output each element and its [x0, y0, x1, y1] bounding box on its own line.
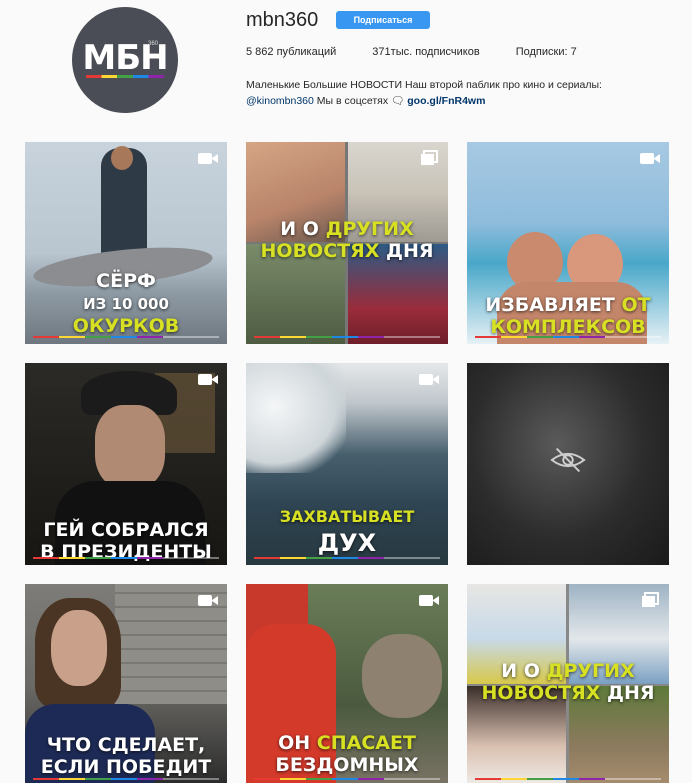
brand-stripe [254, 336, 440, 338]
video-camera-icon [198, 374, 218, 385]
brand-stripe [33, 336, 219, 338]
post-caption: ОН СПАСАЕТ БЕЗДОМНЫХ [275, 732, 419, 776]
post-tile[interactable]: ИЗБАВЛЯЕТ ОТ КОМПЛЕКСОВ [467, 142, 669, 344]
video-camera-icon [419, 374, 439, 385]
post-caption: ЧТО СДЕЛАЕТ, ЕСЛИ ПОБЕДИТ [40, 734, 212, 778]
post-caption: И О ДРУГИХ НОВОСТЯХ ДНЯ [481, 660, 655, 704]
followers-count[interactable]: 371тыс. подписчиков [372, 46, 479, 58]
post-caption: СЁРФ ИЗ 10 000 ОКУРКОВ [72, 270, 180, 337]
post-caption: И О ДРУГИХ НОВОСТЯХ ДНЯ [260, 218, 434, 262]
post-caption: ЗАХВАТЫВАЕТ ДУХ [279, 507, 415, 557]
video-camera-icon [419, 595, 439, 606]
posts-count: 5 862 публикаций [246, 46, 337, 58]
bio-text: Мы в соцсетях 🗨 [313, 95, 408, 107]
following-count[interactable]: Подписки: 7 [516, 46, 577, 58]
brand-stripe [254, 778, 440, 780]
video-camera-icon [198, 153, 218, 164]
profile-bio: Маленькие Большие НОВОСТИ Наш второй паб… [246, 77, 666, 109]
post-tile[interactable]: И О ДРУГИХ НОВОСТЯХ ДНЯ [246, 142, 448, 344]
post-tile[interactable]: ЧТО СДЕЛАЕТ, ЕСЛИ ПОБЕДИТ [25, 584, 227, 783]
profile-username: mbn360 [246, 9, 319, 31]
post-tile[interactable]: СЁРФ ИЗ 10 000 ОКУРКОВ [25, 142, 227, 344]
brand-stripe [475, 336, 661, 338]
post-tile-sensitive[interactable] [467, 363, 669, 565]
bio-line-2: @kinombn360 Мы в соцсетях 🗨 goo.gl/FnR4w… [246, 93, 666, 109]
gallery-icon [642, 592, 659, 607]
profile-stats: 5 862 публикаций 371тыс. подписчиков Под… [246, 46, 613, 58]
gallery-icon [421, 150, 438, 165]
post-tile[interactable]: ГЕЙ СОБРАЛСЯ В ПРЕЗИДЕНТЫ [25, 363, 227, 565]
avatar-logo-small: 360 [147, 41, 158, 47]
video-camera-icon [640, 153, 660, 164]
brand-stripe [475, 778, 661, 780]
post-tile[interactable]: И О ДРУГИХ НОВОСТЯХ ДНЯ [467, 584, 669, 783]
video-camera-icon [198, 595, 218, 606]
post-image [246, 363, 346, 473]
follow-button[interactable]: Подписаться [336, 11, 430, 29]
post-tile[interactable]: ЗАХВАТЫВАЕТ ДУХ [246, 363, 448, 565]
post-tile[interactable]: ОН СПАСАЕТ БЕЗДОМНЫХ [246, 584, 448, 783]
bio-mention-link[interactable]: @kinombn360 [246, 95, 314, 107]
bio-line-1: Маленькие Большие НОВОСТИ Наш второй паб… [246, 79, 602, 91]
brand-stripe [254, 557, 440, 559]
profile-avatar[interactable]: МБН 360 [72, 7, 178, 113]
avatar-color-bar [86, 75, 164, 78]
brand-stripe [33, 778, 219, 780]
bio-external-link[interactable]: goo.gl/FnR4wm [407, 95, 485, 107]
brand-stripe [33, 557, 219, 559]
post-caption: ИЗБАВЛЯЕТ ОТ КОМПЛЕКСОВ [485, 294, 651, 338]
hidden-eye-icon [550, 447, 586, 473]
